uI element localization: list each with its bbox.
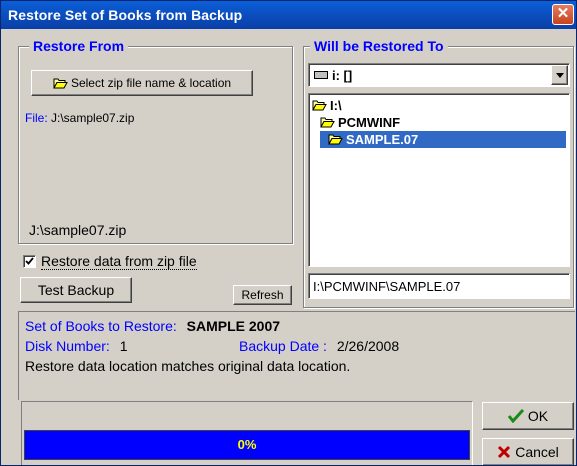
ok-label: OK bbox=[527, 408, 549, 424]
backup-date-label: Backup Date : bbox=[239, 338, 327, 354]
cancel-button[interactable]: Cancel bbox=[482, 438, 574, 465]
disk-number-line: Disk Number: 1 bbox=[25, 338, 127, 354]
tree-item-selected: SAMPLE.07 bbox=[328, 132, 418, 147]
info-area: Set of Books to Restore: SAMPLE 2007 Dis… bbox=[18, 311, 575, 400]
file-value: J:\sample07.zip bbox=[51, 111, 135, 125]
file-line: File: J:\sample07.zip bbox=[25, 111, 134, 125]
backup-date-value: 2/26/2008 bbox=[336, 338, 400, 354]
progress-bar: 0% bbox=[24, 430, 470, 460]
drive-dropdown-button[interactable] bbox=[551, 65, 568, 85]
progress-text: 0% bbox=[237, 437, 257, 452]
tree-item-label: SAMPLE.07 bbox=[346, 132, 419, 147]
drive-select[interactable]: i: [] bbox=[308, 63, 570, 87]
test-backup-label: Test Backup bbox=[37, 282, 115, 298]
tree-item-root[interactable]: I:\ bbox=[312, 98, 342, 113]
restore-from-zip-checkbox-row[interactable]: Restore data from zip file bbox=[23, 252, 197, 270]
tree-item-sample07[interactable]: SAMPLE.07 bbox=[320, 131, 566, 148]
tree-item-label: PCMWINF bbox=[338, 115, 401, 130]
restore-zip-label: Restore data from zip file bbox=[41, 252, 197, 270]
checkmark-icon bbox=[25, 256, 34, 265]
cancel-label: Cancel bbox=[515, 444, 559, 460]
checkmark-icon bbox=[507, 409, 524, 423]
restore-path-value: I:\PCMWINF\SAMPLE.07 bbox=[313, 279, 461, 294]
set-of-books-label: Set of Books to Restore: bbox=[25, 318, 177, 334]
zip-path-text: J:\sample07.zip bbox=[29, 222, 127, 238]
restore-from-legend: Restore From bbox=[29, 38, 129, 54]
status-message: Restore data location matches original d… bbox=[25, 358, 351, 374]
folder-open-icon bbox=[53, 78, 68, 89]
progress-frame: 0% bbox=[21, 401, 473, 465]
restore-from-panel: Restore From Select zip file name & loca… bbox=[18, 38, 293, 244]
x-icon bbox=[498, 445, 511, 459]
tree-item-label: I:\ bbox=[330, 98, 342, 113]
ok-button[interactable]: OK bbox=[482, 402, 574, 430]
drive-icon bbox=[314, 71, 328, 79]
window-title: Restore Set of Books from Backup bbox=[8, 7, 243, 23]
file-label: File: bbox=[25, 111, 48, 125]
folder-open-icon bbox=[328, 134, 343, 145]
restore-zip-checkbox[interactable] bbox=[23, 254, 36, 268]
set-of-books-value: SAMPLE 2007 bbox=[186, 318, 281, 334]
disk-number-label: Disk Number: bbox=[25, 338, 110, 354]
restore-dialog: Restore Set of Books from Backup ✕ Resto… bbox=[0, 0, 577, 466]
tree-item-pcmwinf[interactable]: PCMWINF bbox=[320, 115, 400, 130]
select-zip-label: Select zip file name & location bbox=[70, 76, 232, 90]
set-of-books-line: Set of Books to Restore: SAMPLE 2007 bbox=[25, 318, 280, 334]
chevron-down-icon bbox=[555, 72, 564, 78]
restored-to-panel: Will be Restored To i: [] I:\ PCMWINF SA… bbox=[303, 38, 574, 308]
folder-tree[interactable]: I:\ PCMWINF SAMPLE.07 bbox=[308, 93, 570, 267]
restore-path-field[interactable]: I:\PCMWINF\SAMPLE.07 bbox=[308, 273, 570, 299]
close-button[interactable]: ✕ bbox=[552, 4, 574, 25]
select-zip-button[interactable]: Select zip file name & location bbox=[31, 70, 253, 96]
restored-to-legend: Will be Restored To bbox=[310, 38, 448, 54]
test-backup-button[interactable]: Test Backup bbox=[20, 277, 132, 303]
folder-open-icon bbox=[312, 100, 327, 111]
folder-open-icon bbox=[320, 117, 335, 128]
drive-value: i: [] bbox=[332, 68, 353, 83]
refresh-label: Refresh bbox=[241, 288, 284, 302]
title-bar[interactable]: Restore Set of Books from Backup ✕ bbox=[1, 1, 576, 29]
refresh-button[interactable]: Refresh bbox=[233, 285, 292, 305]
disk-number-value: 1 bbox=[119, 338, 128, 354]
backup-date-line: Backup Date : 2/26/2008 bbox=[239, 338, 399, 354]
